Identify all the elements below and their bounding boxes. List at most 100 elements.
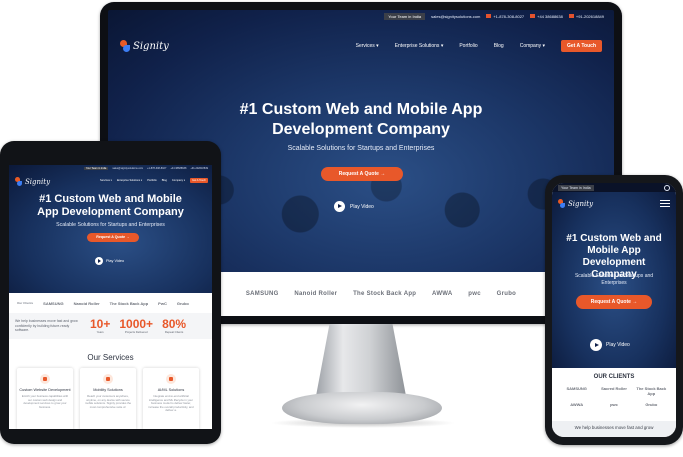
flag-icon <box>486 14 492 19</box>
play-video-label: Play Video <box>106 259 125 263</box>
phone-screen: Your Team in India Signity #1 Custom Web… <box>552 183 676 437</box>
email-link[interactable]: sales@signitysolutions.com <box>112 167 143 170</box>
signity-logo[interactable]: Signity <box>15 177 50 186</box>
hero-subheadline: Scalable Solutions for Startups and Ente… <box>56 222 165 228</box>
play-video-button[interactable]: Play Video <box>334 201 374 212</box>
client-logo: The Stock Back App <box>109 300 149 306</box>
signity-logo-icon <box>120 40 130 52</box>
play-video-label: Play Video <box>606 342 630 348</box>
services-title: Our Services <box>87 353 134 362</box>
client-logo: Grubo <box>176 300 189 306</box>
client-logo: AWWA <box>570 402 584 407</box>
hero-subheadline: Scalable Solutions for Startups and Ente… <box>574 273 654 286</box>
hamburger-menu-icon[interactable] <box>660 200 670 207</box>
clients-label: Our Clients <box>17 301 34 305</box>
mobile-icon <box>103 374 113 384</box>
clients-title: OUR CLIENTS <box>593 374 635 380</box>
play-video-button[interactable]: Play Video <box>95 257 124 265</box>
nav-services[interactable]: Services ▾ <box>356 43 379 49</box>
email-link[interactable]: sales@signitysolutions.com <box>431 14 480 19</box>
team-india-badge[interactable]: Your Team in India <box>384 12 426 20</box>
signity-logo-icon <box>558 199 565 208</box>
play-icon <box>590 339 602 351</box>
client-logo: SAMSUNG <box>43 300 64 306</box>
phone-call-icon[interactable] <box>664 184 670 191</box>
stat-projects: 1000+ Projects Delivered <box>119 317 154 334</box>
client-logo: AWWA <box>432 291 453 297</box>
monitor-stand-neck <box>316 324 406 396</box>
client-logo: pwc <box>610 402 618 407</box>
client-logo: The Stock Back App <box>636 386 667 396</box>
client-logo: The Stock Back App <box>353 291 417 297</box>
nav-portfolio[interactable]: Portfolio <box>459 43 477 49</box>
nav-blog[interactable]: Blog <box>494 43 504 49</box>
web-development-icon <box>40 374 50 384</box>
get-a-touch-button[interactable]: Get A Touch <box>561 40 602 52</box>
phone-in[interactable]: +91-202618849 <box>190 167 208 170</box>
phone-device: Your Team in India Signity #1 Custom Web… <box>545 175 683 445</box>
phone-topbar: Your Team in India <box>552 183 676 192</box>
client-logo: SAMSUNG <box>245 291 279 297</box>
phone-uk[interactable]: +44 38688638 <box>170 167 186 170</box>
tablet-topbar: Your Team in India sales@signitysolution… <box>9 165 212 171</box>
tablet-screen: Your Team in India sales@signitysolution… <box>9 165 212 429</box>
service-card-mobility[interactable]: Mobility Solutions Reach your customers … <box>80 368 136 429</box>
play-icon <box>95 257 103 265</box>
phone-in[interactable]: +91-202618849 <box>568 14 604 19</box>
client-logo: Grubo <box>496 291 517 297</box>
client-logo: PwC <box>158 300 167 306</box>
service-card-web[interactable]: Custom Website Development Enrich your b… <box>17 368 73 429</box>
hero-headline: #1 Custom Web and Mobile App Development… <box>239 101 483 138</box>
phone-bottom-tagline: We help businesses move fast and grow <box>552 421 676 437</box>
client-logos-grid: SAMSUNG Sacred Roller The Stock Back App… <box>558 386 670 407</box>
signity-logo-icon <box>15 177 22 186</box>
tablet-device: Your Team in India sales@signitysolution… <box>0 141 221 444</box>
stats-section: We help businesses move fast and grow co… <box>9 313 212 339</box>
request-quote-button[interactable]: Request A Quote → <box>576 295 652 309</box>
services-cards: Custom Website Development Enrich your b… <box>17 368 199 429</box>
phone-hero: Your Team in India Signity #1 Custom Web… <box>552 183 676 368</box>
monitor-stand-base <box>282 392 442 424</box>
desktop-nav-links: Services ▾ Enterprise Solutions ▾ Portfo… <box>356 40 602 52</box>
desktop-navbar: Signity Services ▾ Enterprise Solutions … <box>108 36 614 56</box>
nav-company[interactable]: Company ▾ <box>172 179 185 182</box>
stat-years: 10+ Years <box>90 317 111 334</box>
tablet-hero: Your Team in India sales@signitysolution… <box>9 165 212 293</box>
nav-enterprise-solutions[interactable]: Enterprise Solutions ▾ <box>117 179 142 182</box>
flag-icon <box>530 14 536 19</box>
client-logo: SAMSUNG <box>566 386 587 391</box>
flag-icon <box>568 14 574 19</box>
ai-brain-icon <box>166 374 176 384</box>
stat-repeat-clients: 80% Repeat Clients <box>162 317 187 334</box>
nav-enterprise-solutions[interactable]: Enterprise Solutions ▾ <box>395 43 444 49</box>
play-video-label: Play Video <box>350 203 374 210</box>
phone-us[interactable]: +1-878-308-8027 <box>147 167 166 170</box>
client-logo: Nanoid Roller <box>73 300 100 306</box>
phone-uk[interactable]: +44 38688638 <box>530 14 563 19</box>
client-logo: pwc <box>468 291 481 297</box>
team-india-badge[interactable]: Your Team in India <box>83 166 109 170</box>
tablet-nav-links: Services ▾ Enterprise Solutions ▾ Portfo… <box>100 178 208 183</box>
phone-us[interactable]: +1-878-308-8027 <box>486 14 524 19</box>
nav-portfolio[interactable]: Portfolio <box>147 179 157 182</box>
request-quote-button[interactable]: Request A Quote → <box>87 233 139 242</box>
service-card-aiml[interactable]: AI/ML Solutions Integrate end-to-end art… <box>143 368 199 429</box>
nav-services[interactable]: Services ▾ <box>100 179 112 182</box>
play-icon <box>334 201 345 212</box>
request-quote-button[interactable]: Request A Quote → <box>321 167 403 181</box>
hero-headline: #1 Custom Web and Mobile App Development… <box>37 193 184 218</box>
client-logo: Grubo <box>645 402 658 407</box>
signity-logo[interactable]: Signity <box>558 199 593 208</box>
nav-company[interactable]: Company ▾ <box>520 43 545 49</box>
nav-blog[interactable]: Blog <box>162 179 167 182</box>
team-india-badge[interactable]: Your Team in India <box>558 184 594 191</box>
play-video-button[interactable]: Play Video <box>590 339 630 351</box>
signity-logo[interactable]: Signity <box>120 40 169 52</box>
desktop-topbar: Your Team in India sales@signitysolution… <box>108 10 614 22</box>
get-a-touch-button[interactable]: Get A Touch <box>190 178 208 183</box>
client-logo: Sacred Roller <box>601 386 627 391</box>
device-showcase: Your Team in India sales@signitysolution… <box>0 0 683 457</box>
client-logos-strip: Our Clients SAMSUNG Nanoid Roller The St… <box>9 293 212 313</box>
client-logo: Nanoid Roller <box>294 291 338 297</box>
stats-intro-text: We help businesses move fast and grow co… <box>15 319 78 333</box>
